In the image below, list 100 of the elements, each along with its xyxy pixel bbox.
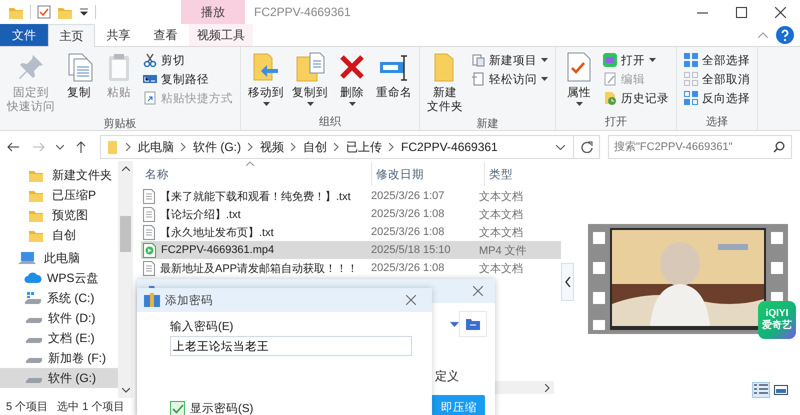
sidebar-item[interactable]: 此电脑 [0, 248, 118, 268]
drive-icon [26, 378, 42, 382]
app-tile-icon [603, 53, 617, 67]
file-date: 2025/3/26 1:08 [370, 208, 446, 220]
folder-icon [466, 318, 480, 330]
file-type: 文本文档 [478, 262, 524, 276]
file-date: 2025/5/18 15:10 [370, 244, 452, 256]
video-file-icon [143, 242, 156, 258]
grid-icon [684, 53, 698, 67]
sidebar-item[interactable]: 预览图 [0, 205, 118, 225]
sidebar-item[interactable]: 已压缩P [0, 185, 118, 205]
chevron-right-icon [291, 143, 296, 151]
file-type: 文本文档 [478, 226, 524, 240]
ribbon-tab[interactable]: 文件 [0, 24, 48, 46]
breadcrumb[interactable]: 自创 [303, 138, 327, 156]
browse-button[interactable] [459, 311, 487, 337]
ribbon-button[interactable]: 复制 [60, 49, 98, 116]
scissors-icon [143, 53, 157, 67]
logo-text: 爱奇艺 [762, 320, 792, 332]
breadcrumb[interactable]: 已上传 [346, 138, 382, 156]
sidebar-item[interactable]: 系统 (C:) [0, 288, 118, 308]
ribbon-button[interactable]: 反向选择 [681, 89, 753, 107]
file-row[interactable]: 【论坛介绍】.txt 2025/3/26 1:08 文本文档 [141, 205, 561, 223]
column-header[interactable]: 修改日期 [372, 162, 485, 186]
file-date: 2025/3/26 1:08 [370, 262, 446, 274]
sidebar-item[interactable]: 文档 (E:) [0, 328, 118, 348]
ribbon-tab[interactable]: 查看 [142, 24, 189, 46]
path-icon [143, 72, 157, 86]
ribbon-button[interactable]: 新建项目 [468, 51, 551, 69]
ribbon-button[interactable]: 打开 [600, 51, 672, 69]
chevron-down-icon [122, 388, 130, 393]
help-icon[interactable] [776, 24, 794, 46]
chevron-down-icon [56, 144, 64, 150]
context-tab-header: 播放 [201, 4, 225, 20]
right-arrow-icon [33, 142, 45, 152]
file-row[interactable]: 【来了就能下载和观看！纯免费！】.txt 2025/3/26 1:07 文本文档 [141, 187, 561, 205]
file-type: 文本文档 [478, 208, 524, 222]
collapse-preview-button[interactable] [561, 263, 574, 301]
caret-icon [450, 322, 459, 326]
ribbon-tab[interactable]: 共享 [95, 24, 142, 46]
password-field[interactable]: 上老王论坛当老王 [170, 336, 412, 356]
file-name: 最新地址及APP请发邮箱自动获取！！！ [160, 262, 358, 276]
sidebar-item[interactable]: 软件 (D:) [0, 308, 118, 328]
ribbon-button[interactable]: 属性 [560, 49, 598, 114]
item-count: 5 个项目 [6, 400, 48, 414]
scrollbar[interactable] [492, 381, 554, 394]
file-row[interactable]: 【永久地址发布页】.txt 2025/3/26 1:08 文本文档 [141, 223, 561, 241]
option-label: 定义 [435, 368, 459, 385]
file-name: FC2PPV-4669361.mp4 [161, 244, 274, 256]
refresh-button[interactable] [574, 135, 600, 159]
refresh-icon [580, 141, 592, 153]
group-label: 打开 [604, 115, 628, 130]
ribbon-button[interactable]: 复制到 [289, 49, 331, 114]
details-view-button[interactable] [752, 382, 770, 398]
ribbon-button[interactable]: 历史记录 [600, 89, 672, 107]
scrollbar[interactable] [118, 161, 133, 398]
dialog-title: 添加密码 [165, 293, 213, 308]
ribbon-button[interactable]: 剪切 [140, 51, 236, 69]
text-file-icon [143, 224, 155, 240]
chevron-right-icon [545, 384, 550, 392]
ribbon-tab[interactable]: 视频工具 [189, 24, 253, 46]
breadcrumb[interactable]: 软件 (G:) [193, 138, 241, 156]
sidebar-item[interactable]: 新建文件夹 [0, 165, 118, 185]
ribbon-button[interactable]: 新建 文件夹 [424, 49, 466, 116]
history-icon [603, 91, 617, 105]
breadcrumb[interactable]: 此电脑 [138, 138, 174, 156]
scrollbar-thumb[interactable] [120, 216, 131, 252]
file-type: 文本文档 [478, 190, 524, 204]
ribbon-button[interactable]: 复制路径 [140, 70, 236, 88]
drive-icon [26, 358, 42, 362]
sidebar-item[interactable]: 软件 (G:) [0, 368, 118, 388]
breadcrumb[interactable]: FC2PPV-4669361 [401, 140, 498, 154]
sidebar-item[interactable]: WPS云盘 [0, 268, 118, 288]
file-row[interactable]: 最新地址及APP请发邮箱自动获取！！！ 2025/3/26 1:08 文本文档 [141, 259, 561, 277]
ribbon-button[interactable]: 删除 [333, 49, 371, 114]
text-file-icon [143, 206, 155, 222]
large-icons-view-button[interactable] [772, 382, 790, 398]
ribbon-button[interactable]: 全部选择 [681, 51, 753, 69]
file-date: 2025/3/26 1:08 [370, 226, 446, 238]
file-name: 【永久地址发布页】.txt [160, 226, 274, 240]
text-file-icon [143, 188, 155, 204]
address-bar[interactable]: 此电脑 软件 (G:) 视频 自创 已上传 FC2PPV-4669361 [100, 135, 574, 159]
breadcrumb[interactable]: 视频 [260, 138, 284, 156]
chevron-down-icon [556, 144, 565, 150]
ribbon-button[interactable]: 重命名 [373, 49, 415, 114]
field-label: 输入密码(E) [170, 319, 234, 334]
ribbon-button[interactable]: 移动到 [245, 49, 287, 114]
checkbox[interactable] [170, 401, 185, 415]
file-row[interactable]: FC2PPV-4669361.mp4 2025/5/18 15:10 MP4 文件 [141, 241, 561, 259]
window-title: FC2PPV-4669361 [254, 5, 351, 19]
file-type: MP4 文件 [478, 244, 528, 258]
question-mark-icon [776, 26, 794, 44]
column-header[interactable]: 名称 [141, 162, 372, 186]
ribbon-button[interactable]: 轻松访问 [468, 70, 551, 88]
ribbon-tab[interactable]: 主页 [48, 24, 95, 47]
column-header[interactable]: 类型 [485, 162, 551, 186]
search-field[interactable]: 搜索"FC2PPV-4669361" [608, 135, 792, 159]
sidebar-item[interactable]: 自创 [0, 225, 118, 245]
ribbon-button[interactable]: 全部取消 [681, 70, 753, 88]
sidebar-item[interactable]: 新加卷 (F:) [0, 348, 118, 368]
